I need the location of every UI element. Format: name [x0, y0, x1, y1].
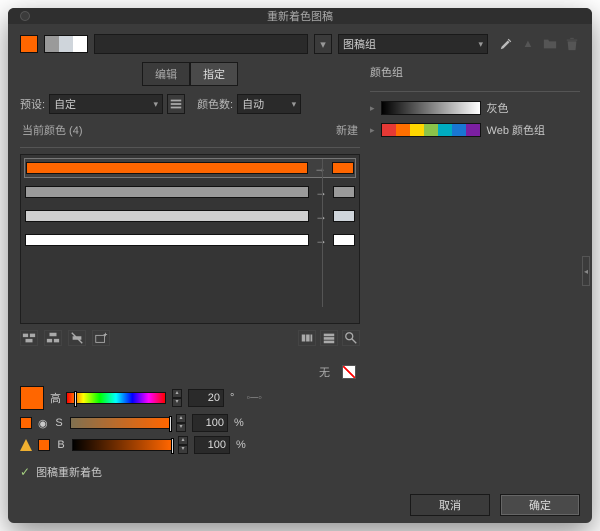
- bri-swatch: [38, 439, 50, 451]
- save-group-icon[interactable]: ▲: [520, 35, 536, 53]
- artwork-group-select[interactable]: 图稿组 ▾: [338, 34, 488, 54]
- colornum-value: 自动: [242, 96, 264, 112]
- preset-menu-icon[interactable]: [167, 94, 185, 114]
- sat-input[interactable]: [192, 414, 228, 432]
- disclosure-icon[interactable]: ▸: [370, 125, 375, 136]
- source-color-bar[interactable]: [25, 234, 309, 246]
- preset-label: 预设:: [20, 96, 45, 112]
- colornum-select[interactable]: 自动▾: [237, 94, 301, 114]
- color-row[interactable]: →: [25, 207, 355, 225]
- colornum-label: 颜色数:: [197, 96, 233, 112]
- bri-slider[interactable]: [72, 439, 172, 451]
- target-color-swatch[interactable]: [333, 210, 355, 222]
- color-group-item[interactable]: ▸ 灰色: [370, 100, 580, 116]
- bri-label: B: [56, 439, 66, 451]
- global-indicator-icon: ◉: [38, 417, 48, 430]
- assign-arrow-icon[interactable]: →: [312, 161, 328, 175]
- target-color-swatch[interactable]: [333, 234, 355, 246]
- group-swatch-strip: [381, 123, 481, 137]
- source-color-bar[interactable]: [26, 162, 308, 174]
- sat-slider[interactable]: [70, 417, 170, 429]
- target-color-swatch[interactable]: [333, 186, 355, 198]
- color-assignment-list: → → → →: [20, 154, 360, 324]
- sort-hue-icon[interactable]: [320, 330, 338, 346]
- new-row-icon[interactable]: [92, 330, 110, 346]
- current-colors-label: 当前颜色 (4): [22, 122, 83, 138]
- bri-step-up[interactable]: ▴: [178, 436, 188, 445]
- selected-color-swatch[interactable]: [20, 386, 44, 410]
- assign-arrow-icon[interactable]: →: [313, 233, 329, 247]
- hue-unit: °: [230, 392, 234, 404]
- sat-swatch: [20, 417, 32, 429]
- trash-icon[interactable]: [564, 35, 580, 53]
- group-label: Web 颜色组: [487, 122, 545, 138]
- window-title: 重新着色图稿: [267, 8, 333, 24]
- link-hsb-icon[interactable]: ◦─◦: [246, 392, 262, 404]
- split-row-icon[interactable]: [44, 330, 62, 346]
- hue-input[interactable]: [188, 389, 224, 407]
- color-group-name-input[interactable]: [94, 34, 308, 54]
- sat-step-up[interactable]: ▴: [176, 414, 186, 423]
- find-color-icon[interactable]: [298, 330, 316, 346]
- artwork-group-label: 图稿组: [343, 36, 376, 52]
- cancel-button[interactable]: 取消: [410, 494, 490, 516]
- sat-unit: %: [234, 417, 244, 429]
- hue-label: 高: [50, 390, 60, 406]
- hue-step-down[interactable]: ▾: [172, 398, 182, 407]
- target-color-swatch[interactable]: [332, 162, 354, 174]
- ok-button[interactable]: 确定: [500, 494, 580, 516]
- bri-input[interactable]: [194, 436, 230, 454]
- tab-assign[interactable]: 指定: [190, 62, 238, 86]
- assign-arrow-icon[interactable]: →: [313, 185, 329, 199]
- merge-row-icon[interactable]: [20, 330, 38, 346]
- color-group-dropdown[interactable]: ▾: [314, 34, 332, 54]
- assign-arrow-icon[interactable]: →: [313, 209, 329, 223]
- recolor-checkbox-label: 图稿重新着色: [36, 464, 102, 480]
- none-swatch[interactable]: [342, 365, 356, 379]
- hue-slider[interactable]: [66, 392, 166, 404]
- new-colors-label: 新建: [336, 122, 358, 138]
- color-row[interactable]: →: [25, 231, 355, 249]
- bri-unit: %: [236, 439, 246, 451]
- eyedropper-icon[interactable]: [498, 35, 514, 53]
- sat-label: S: [54, 417, 64, 429]
- source-color-bar[interactable]: [25, 186, 309, 198]
- exclude-row-icon[interactable]: [68, 330, 86, 346]
- preset-value: 自定: [54, 96, 76, 112]
- recolor-checkbox[interactable]: ✓: [20, 465, 30, 479]
- none-label: 无: [20, 364, 338, 380]
- divider: [370, 91, 580, 92]
- traffic-light-close[interactable]: [20, 11, 30, 21]
- source-color-bar[interactable]: [25, 210, 309, 222]
- out-of-gamut-icon[interactable]: [20, 439, 32, 451]
- artwork-color-preview[interactable]: [44, 35, 88, 53]
- sat-step-down[interactable]: ▾: [176, 423, 186, 432]
- preset-select[interactable]: 自定▾: [49, 94, 163, 114]
- color-groups-title: 颜色组: [370, 62, 580, 84]
- group-label: 灰色: [487, 100, 509, 116]
- disclosure-icon[interactable]: ▸: [370, 103, 375, 114]
- color-row[interactable]: →: [25, 183, 355, 201]
- hue-step-up[interactable]: ▴: [172, 389, 182, 398]
- tab-edit[interactable]: 编辑: [142, 62, 190, 86]
- column-divider: [322, 159, 323, 307]
- active-color-swatch[interactable]: [20, 35, 38, 53]
- bri-step-down[interactable]: ▾: [178, 445, 188, 454]
- divider: [20, 147, 360, 148]
- folder-icon[interactable]: [542, 35, 558, 53]
- randomize-icon[interactable]: [342, 330, 360, 346]
- panel-collapse-handle[interactable]: ◂: [582, 256, 590, 286]
- color-group-item[interactable]: ▸ Web 颜色组: [370, 122, 580, 138]
- color-row[interactable]: →: [25, 159, 355, 177]
- group-swatch-strip: [381, 101, 481, 115]
